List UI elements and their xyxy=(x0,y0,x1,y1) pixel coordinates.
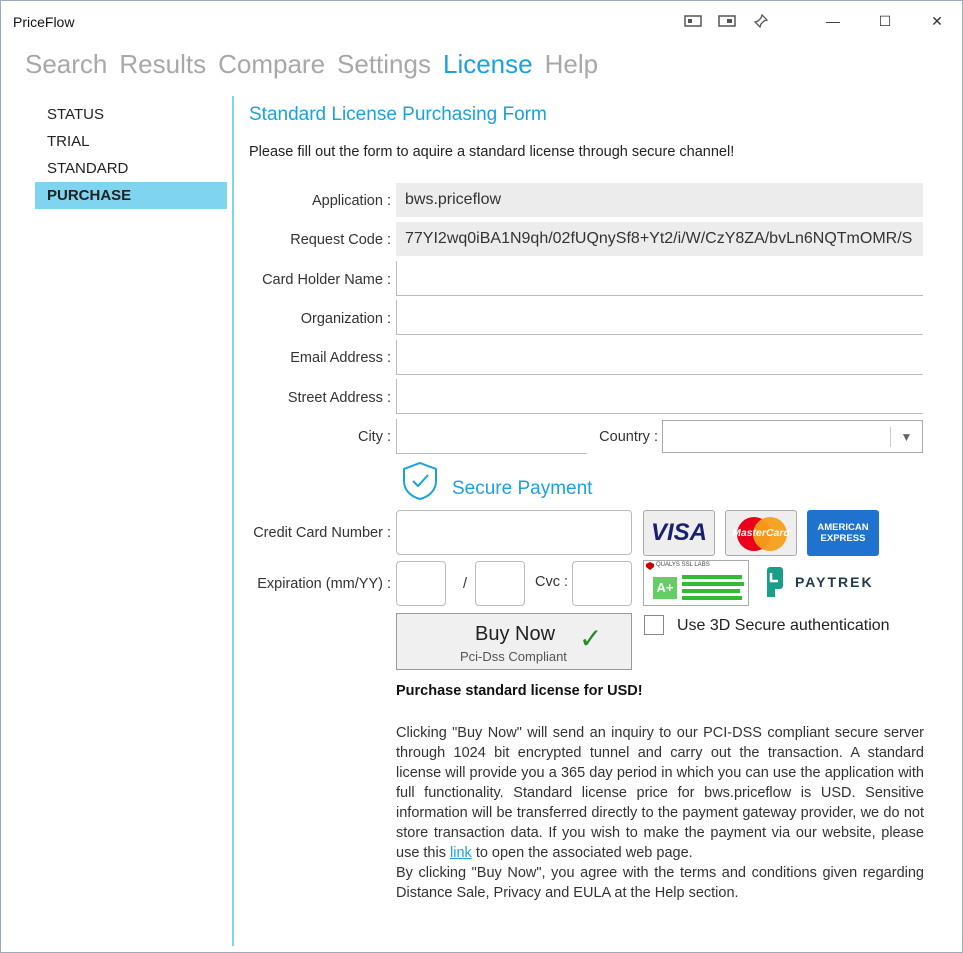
3d-secure-label[interactable]: Use 3D Secure authentication xyxy=(677,617,890,635)
request-code-label: Request Code : xyxy=(290,232,391,248)
email-input[interactable] xyxy=(396,340,923,375)
visa-text: VISA xyxy=(650,519,707,546)
amex-text-1: AMERICAN xyxy=(817,522,869,533)
description-text-2: to open the associated web page. xyxy=(475,845,693,861)
sidebar-item-standard[interactable]: STANDARD xyxy=(35,155,227,182)
sidebar-item-trial[interactable]: TRIAL xyxy=(35,128,227,155)
cc-number-input[interactable] xyxy=(396,510,632,555)
visa-logo: VISA xyxy=(643,510,715,556)
nav-help[interactable]: Help xyxy=(545,49,598,80)
city-input[interactable] xyxy=(396,419,587,454)
ssl-bar-2 xyxy=(682,582,744,586)
sidebar-item-status[interactable]: STATUS xyxy=(35,101,227,128)
exp-month-input[interactable] xyxy=(396,561,446,606)
purchase-description: Clicking "Buy Now" will send an inquiry … xyxy=(396,723,924,903)
ssl-bar-3 xyxy=(682,589,740,593)
organization-label: Organization : xyxy=(300,311,391,327)
ssl-labs-badge: QUALYS SSL LABS A+ xyxy=(643,560,749,606)
paytrek-logo: PAYTREK xyxy=(765,567,875,599)
cvc-input[interactable] xyxy=(572,561,632,606)
ssl-grade: A+ xyxy=(653,577,677,599)
amex-logo: AMERICAN EXPRESS xyxy=(807,510,879,556)
application-label: Application : xyxy=(312,193,391,209)
main-nav: Search Results Compare Settings License … xyxy=(25,49,598,80)
nav-search[interactable]: Search xyxy=(25,49,107,80)
ssl-shield-icon xyxy=(646,562,654,570)
cvc-label: Cvc : xyxy=(534,574,568,590)
website-link[interactable]: link xyxy=(450,845,472,861)
application-field: bws.priceflow xyxy=(396,183,923,217)
close-button[interactable]: ✕ xyxy=(917,7,957,35)
organization-input[interactable] xyxy=(396,300,923,335)
3d-secure-checkbox[interactable] xyxy=(644,615,664,635)
buy-now-label: Buy Now xyxy=(475,623,556,645)
paytrek-text: PAYTREK xyxy=(795,574,874,590)
nav-results[interactable]: Results xyxy=(119,49,206,80)
license-sidebar: STATUS TRIAL STANDARD PURCHASE xyxy=(35,101,227,209)
description-text-3: By clicking "Buy Now", you agree with th… xyxy=(396,865,924,901)
ssl-title: QUALYS SSL LABS xyxy=(656,562,710,568)
maximize-button[interactable]: ☐ xyxy=(865,7,905,35)
app-window: PriceFlow — ☐ ✕ Search Results Compare S… xyxy=(0,0,963,953)
amex-text-2: EXPRESS xyxy=(820,533,866,544)
checkmark-icon: ✓ xyxy=(579,623,603,654)
email-label: Email Address : xyxy=(290,350,391,366)
pin-icon[interactable] xyxy=(741,7,781,35)
exp-year-input[interactable] xyxy=(475,561,525,606)
street-label: Street Address : xyxy=(287,390,391,406)
sidebar-divider xyxy=(232,96,234,946)
country-label: Country : xyxy=(599,429,658,445)
app-title: PriceFlow xyxy=(13,14,75,30)
description-text-1: Clicking "Buy Now" will send an inquiry … xyxy=(396,725,924,861)
nav-license[interactable]: License xyxy=(443,49,533,80)
title-bar: PriceFlow — ☐ ✕ xyxy=(1,1,962,39)
nav-settings[interactable]: Settings xyxy=(337,49,431,80)
card-holder-label: Card Holder Name : xyxy=(262,272,391,288)
request-code-field[interactable]: 77YI2wq0iBA1N9qh/02fUQnySf8+Yt2/i/W/CzY8… xyxy=(396,222,923,256)
street-input[interactable] xyxy=(396,379,923,414)
city-label: City : xyxy=(357,429,391,445)
card-holder-input[interactable] xyxy=(396,261,923,296)
chevron-down-icon: ▼ xyxy=(890,427,922,447)
minimize-button[interactable]: — xyxy=(813,7,853,35)
secure-payment-heading: Secure Payment xyxy=(452,478,593,499)
form-title: Standard License Purchasing Form xyxy=(249,104,547,125)
ssl-bar-4 xyxy=(682,596,742,600)
paytrek-icon xyxy=(767,567,783,597)
ssl-bar-1 xyxy=(682,575,742,579)
mastercard-text: MasterCard xyxy=(732,527,790,539)
form-subtitle: Please fill out the form to aquire a sta… xyxy=(249,144,735,160)
buy-now-button[interactable]: Buy Now Pci-Dss Compliant ✓ xyxy=(396,613,632,670)
exp-separator: / xyxy=(462,576,467,592)
buy-now-sublabel: Pci-Dss Compliant xyxy=(460,649,567,664)
nav-compare[interactable]: Compare xyxy=(218,49,325,80)
sidebar-item-purchase[interactable]: PURCHASE xyxy=(35,182,227,209)
country-select[interactable]: ▼ xyxy=(662,420,923,453)
mastercard-logo: MasterCard xyxy=(725,510,797,556)
cc-number-label: Credit Card Number : xyxy=(253,525,391,541)
expiration-label: Expiration (mm/YY) : xyxy=(257,576,391,592)
purchase-summary: Purchase standard license for USD! xyxy=(396,683,643,699)
shield-check-icon xyxy=(401,461,439,506)
